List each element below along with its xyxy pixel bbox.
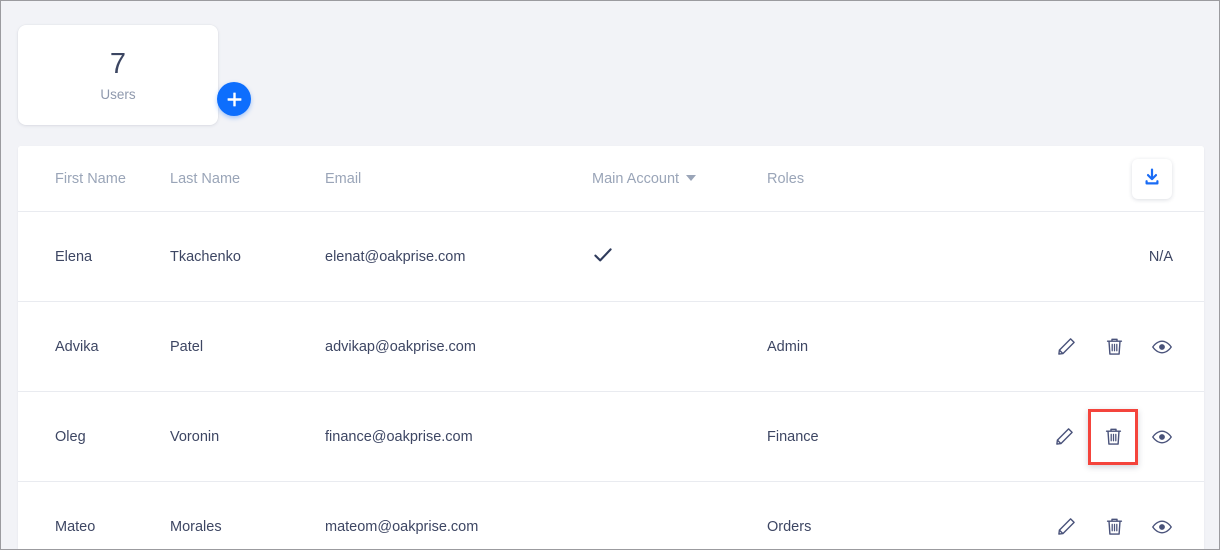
- cell-first-name: Oleg: [55, 428, 86, 445]
- column-header-first-name[interactable]: First Name: [18, 171, 170, 187]
- view-button[interactable]: [1138, 503, 1186, 550]
- cell-actions: [997, 323, 1204, 371]
- table-header-actions: [997, 158, 1204, 199]
- pencil-icon: [1056, 336, 1077, 357]
- cell-roles: Orders: [767, 518, 812, 535]
- users-count-label: Users: [100, 86, 136, 102]
- edit-button[interactable]: [1042, 323, 1090, 371]
- cell-actions: N/A: [997, 249, 1204, 265]
- cell-email: mateom@oakprise.com: [325, 518, 479, 535]
- download-icon: [1142, 167, 1162, 190]
- eye-icon: [1151, 426, 1173, 448]
- pencil-icon: [1054, 426, 1075, 447]
- trash-icon: [1104, 336, 1125, 357]
- cell-actions: [997, 408, 1204, 465]
- cell-roles: Finance: [767, 428, 819, 445]
- column-header-main-account[interactable]: Main Account: [592, 171, 767, 187]
- column-header-roles[interactable]: Roles: [767, 171, 997, 187]
- delete-button[interactable]: [1090, 323, 1138, 371]
- eye-icon: [1151, 336, 1173, 358]
- cell-email: elenat@oakprise.com: [325, 248, 466, 265]
- pencil-icon: [1056, 516, 1077, 537]
- edit-button[interactable]: [1042, 503, 1090, 550]
- cell-main-account: [592, 244, 767, 270]
- cell-actions: [997, 503, 1204, 550]
- cell-first-name: Advika: [55, 338, 99, 355]
- column-header-main-account-label: Main Account: [592, 170, 680, 187]
- cell-email: finance@oakprise.com: [325, 428, 473, 445]
- plus-icon: [226, 91, 243, 108]
- cell-last-name: Tkachenko: [170, 248, 241, 265]
- table-header-row: First Name Last Name Email Main Account …: [18, 146, 1204, 212]
- view-button[interactable]: [1138, 323, 1186, 371]
- trash-icon: [1103, 426, 1124, 447]
- cell-first-name: Mateo: [55, 518, 96, 535]
- cell-email: advikap@oakprise.com: [325, 338, 476, 355]
- cell-roles: Admin: [767, 338, 809, 355]
- table-row[interactable]: Advika Patel advikap@oakprise.com Admin: [18, 302, 1204, 392]
- add-user-button[interactable]: [217, 82, 251, 116]
- check-icon: [592, 244, 767, 270]
- actions-not-available: N/A: [1148, 248, 1173, 265]
- users-stat-area: 7 Users: [18, 25, 258, 125]
- cell-last-name: Morales: [170, 518, 222, 535]
- cell-last-name: Voronin: [170, 428, 220, 445]
- eye-icon: [1151, 516, 1173, 538]
- column-header-last-name[interactable]: Last Name: [170, 171, 325, 187]
- cell-first-name: Elena: [55, 248, 93, 265]
- users-count: 7: [109, 47, 127, 80]
- delete-button[interactable]: [1090, 503, 1138, 550]
- cell-last-name: Patel: [170, 338, 204, 355]
- trash-icon: [1104, 516, 1125, 537]
- edit-button[interactable]: [1040, 413, 1088, 461]
- delete-button[interactable]: [1088, 408, 1138, 465]
- view-button[interactable]: [1138, 413, 1186, 461]
- column-header-email[interactable]: Email: [325, 171, 592, 187]
- table-row[interactable]: Oleg Voronin finance@oakprise.com Financ…: [18, 392, 1204, 482]
- users-table: First Name Last Name Email Main Account …: [18, 146, 1204, 550]
- table-row[interactable]: Elena Tkachenko elenat@oakprise.com N/A: [18, 212, 1204, 302]
- chevron-down-icon: [686, 174, 697, 181]
- table-row[interactable]: Mateo Morales mateom@oakprise.com Orders: [18, 482, 1204, 550]
- users-stat-card: 7 Users: [18, 25, 218, 125]
- export-button[interactable]: [1132, 158, 1172, 199]
- app-root: 7 Users First Name Last Name Email Main …: [0, 0, 1220, 550]
